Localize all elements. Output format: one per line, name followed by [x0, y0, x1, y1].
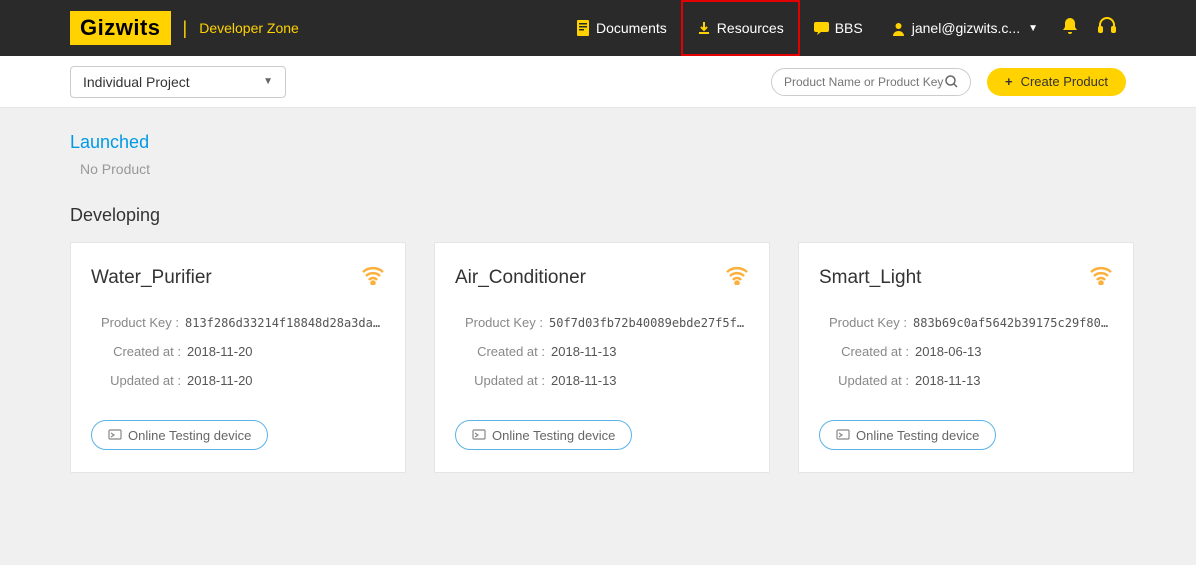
- created-at-label: Created at :: [455, 344, 545, 359]
- nav-bbs[interactable]: BBS: [800, 0, 877, 56]
- created-at-label: Created at :: [91, 344, 181, 359]
- product-title: Water_Purifier: [91, 267, 212, 289]
- search-box[interactable]: [771, 68, 971, 96]
- no-product-label: No Product: [80, 161, 1126, 177]
- nav-documents-label: Documents: [596, 20, 667, 36]
- updated-at-value: 2018-11-20: [187, 373, 253, 388]
- product-card[interactable]: Smart_Light Product Key : 883b69c0af5642b…: [798, 242, 1134, 473]
- toolbar: Individual Project ▼ + Create Product: [0, 56, 1196, 108]
- launched-heading: Launched: [70, 132, 1126, 153]
- testing-button-label: Online Testing device: [856, 428, 979, 443]
- product-key-label: Product Key :: [91, 315, 179, 330]
- project-select-label: Individual Project: [83, 74, 190, 90]
- product-title: Smart_Light: [819, 267, 921, 289]
- product-key-label: Product Key :: [455, 315, 543, 330]
- search-input[interactable]: [784, 75, 945, 89]
- updated-at-label: Updated at :: [455, 373, 545, 388]
- notification-icon[interactable]: [1052, 17, 1088, 40]
- project-select[interactable]: Individual Project ▼: [70, 66, 286, 98]
- wifi-icon: [361, 265, 385, 291]
- device-icon: [472, 429, 486, 441]
- testing-button-label: Online Testing device: [492, 428, 615, 443]
- wifi-icon: [1089, 265, 1113, 291]
- create-product-button[interactable]: + Create Product: [987, 68, 1126, 96]
- wifi-icon: [725, 265, 749, 291]
- product-card[interactable]: Water_Purifier Product Key : 813f286d3321…: [70, 242, 406, 473]
- testing-button-label: Online Testing device: [128, 428, 251, 443]
- product-key-value: 50f7d03fb72b40089ebde27f5f2296...: [549, 316, 749, 330]
- logo[interactable]: Gizwits: [70, 11, 171, 45]
- nav-user[interactable]: janel@gizwits.c... ▼: [877, 0, 1052, 56]
- download-icon: [697, 21, 711, 35]
- chat-icon: [814, 21, 829, 35]
- dev-zone-label[interactable]: Developer Zone: [199, 20, 299, 36]
- product-key-label: Product Key :: [819, 315, 907, 330]
- created-at-label: Created at :: [819, 344, 909, 359]
- headset-icon[interactable]: [1088, 17, 1126, 40]
- updated-at-value: 2018-11-13: [551, 373, 617, 388]
- updated-at-label: Updated at :: [91, 373, 181, 388]
- chevron-down-icon: ▼: [263, 76, 273, 87]
- logo-divider: |: [183, 18, 188, 39]
- content: Launched No Product Developing Water_Pur…: [0, 108, 1196, 497]
- product-cards: Water_Purifier Product Key : 813f286d3321…: [70, 242, 1126, 473]
- device-icon: [108, 429, 122, 441]
- nav-resources[interactable]: Resources: [681, 0, 800, 56]
- plus-icon: +: [1005, 74, 1013, 89]
- nav-documents[interactable]: Documents: [562, 0, 681, 56]
- nav-resources-label: Resources: [717, 20, 784, 36]
- created-at-value: 2018-11-20: [187, 344, 253, 359]
- nav-user-label: janel@gizwits.c...: [912, 20, 1020, 36]
- device-icon: [836, 429, 850, 441]
- product-key-value: 883b69c0af5642b39175c29f80da70...: [913, 316, 1113, 330]
- online-testing-button[interactable]: Online Testing device: [455, 420, 632, 450]
- created-at-value: 2018-06-13: [915, 344, 982, 359]
- chevron-down-icon: ▼: [1028, 23, 1038, 34]
- product-title: Air_Conditioner: [455, 267, 586, 289]
- developing-heading: Developing: [70, 205, 1126, 226]
- created-at-value: 2018-11-13: [551, 344, 617, 359]
- product-key-value: 813f286d33214f18848d28a3da2a44...: [185, 316, 385, 330]
- user-icon: [891, 21, 906, 36]
- nav-items: Documents Resources BBS janel@gizwits.c.…: [562, 0, 1126, 56]
- create-product-label: Create Product: [1021, 74, 1108, 89]
- product-card[interactable]: Air_Conditioner Product Key : 50f7d03fb72…: [434, 242, 770, 473]
- nav-bbs-label: BBS: [835, 20, 863, 36]
- search-icon: [945, 75, 958, 88]
- header-bar: Gizwits | Developer Zone Documents Resou…: [0, 0, 1196, 56]
- updated-at-value: 2018-11-13: [915, 373, 981, 388]
- online-testing-button[interactable]: Online Testing device: [91, 420, 268, 450]
- updated-at-label: Updated at :: [819, 373, 909, 388]
- online-testing-button[interactable]: Online Testing device: [819, 420, 996, 450]
- document-icon: [576, 20, 590, 36]
